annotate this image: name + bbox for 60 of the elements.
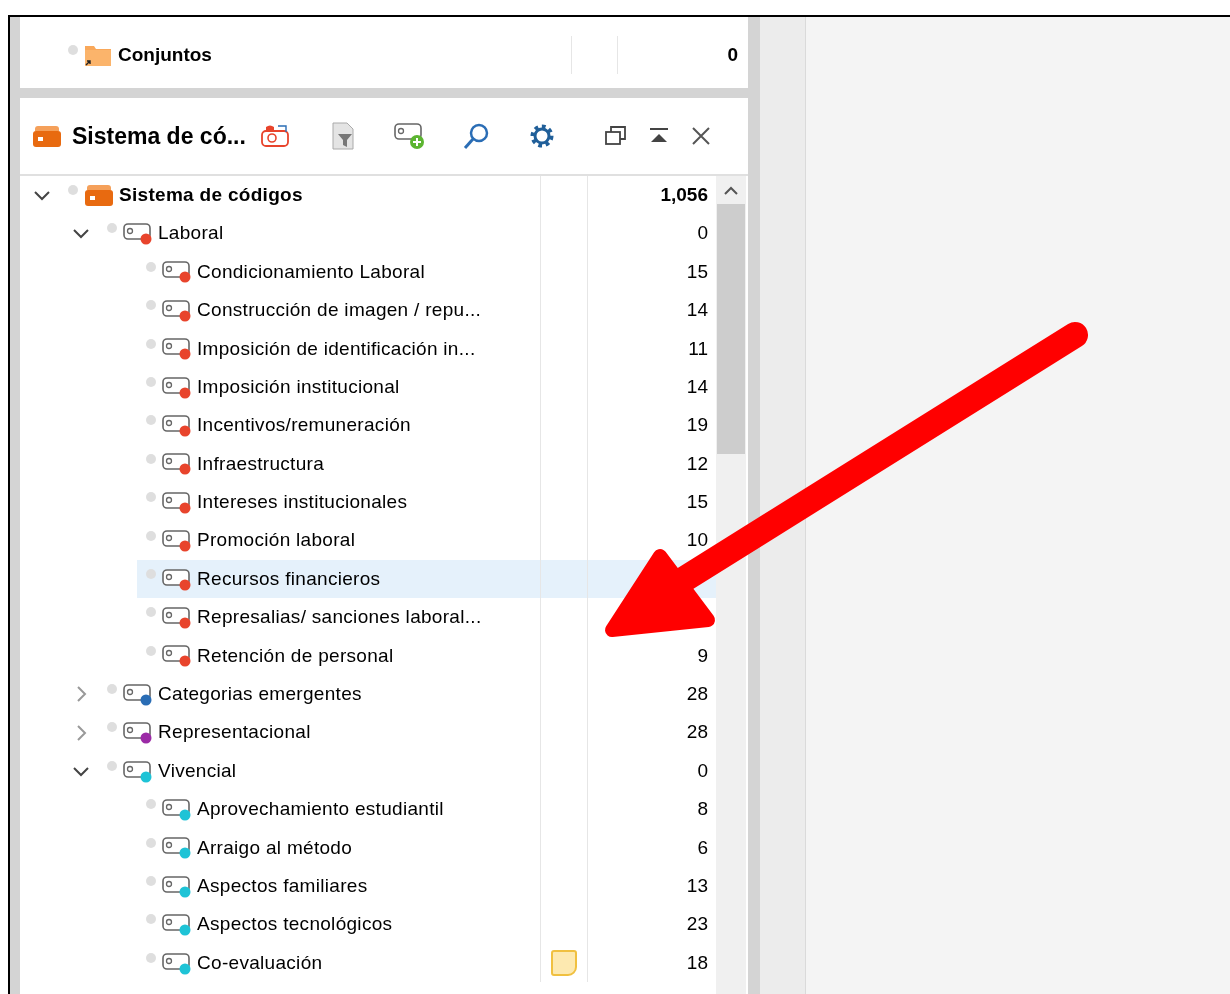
code-label: Intereses institucionales — [197, 490, 408, 515]
code-label: Condicionamiento Laboral — [197, 259, 425, 284]
code-label: Recursos financieros — [197, 566, 381, 591]
code-label: Imposición institucional — [197, 374, 400, 399]
panel-title: Sistema de có... — [72, 121, 246, 151]
collapse-chevron-icon[interactable] — [74, 724, 88, 741]
count-text: 0 — [727, 42, 738, 67]
code-label: Aspectos tecnológicos — [197, 912, 393, 937]
count-text: 0 — [697, 221, 708, 246]
collapse-chevron-icon[interactable] — [74, 686, 88, 703]
code-system-icon — [84, 183, 114, 207]
count-text: 10 — [686, 528, 708, 553]
code-label: Retención de personal — [197, 643, 394, 668]
restore-window-icon[interactable] — [603, 125, 628, 147]
folder-icon — [84, 43, 112, 67]
expand-chevron-icon[interactable] — [73, 764, 89, 778]
count-text: 1,056 — [660, 182, 708, 207]
code-system-icon — [32, 124, 62, 148]
collapse-panel-icon[interactable] — [647, 127, 670, 145]
code-label: Construcción de imagen / repu... — [197, 298, 482, 323]
scrollbar[interactable] — [716, 176, 746, 994]
count-text: 23 — [686, 912, 708, 937]
count-text: 19 — [686, 413, 708, 438]
expand-chevron-icon[interactable] — [34, 188, 50, 202]
code-label: Categorias emergentes — [158, 682, 362, 706]
code-label: Arraigo al método — [197, 835, 353, 860]
count-text: 18 — [686, 950, 708, 975]
code-label: Represalias/ sanciones laboral... — [197, 605, 482, 630]
code-label: Incentivos/remuneración — [197, 413, 411, 438]
count-text: 15 — [686, 490, 708, 515]
filter-icon[interactable] — [329, 122, 356, 150]
code-label: Representacional — [158, 720, 311, 745]
count-text: 6 — [697, 835, 708, 860]
count-text: 8 — [697, 797, 708, 822]
code-label: Aspectos familiares — [197, 873, 368, 898]
code-label: Vivencial — [158, 758, 237, 783]
count-text: 12 — [686, 451, 708, 476]
count-text: 28 — [686, 682, 708, 706]
expand-chevron-icon[interactable] — [73, 227, 89, 241]
close-icon[interactable] — [689, 125, 712, 147]
count-text: 0 — [697, 758, 708, 783]
new-code-icon[interactable] — [393, 122, 424, 150]
count-text: 15 — [686, 259, 708, 284]
count-text: 28 — [686, 720, 708, 745]
set-label: Conjuntos — [118, 42, 212, 67]
count-text: 14 — [686, 298, 708, 323]
scroll-up-icon[interactable] — [724, 186, 738, 196]
count-text: 9 — [697, 643, 708, 668]
count-text: 11 — [688, 336, 708, 361]
code-label: Aprovechamiento estudiantil — [197, 797, 444, 822]
search-icon[interactable] — [461, 122, 490, 150]
count-text: 14 — [686, 374, 708, 399]
scroll-thumb[interactable] — [717, 204, 745, 454]
code-label: Sistema de códigos — [119, 182, 303, 207]
count-text: 13 — [686, 873, 708, 898]
code-label: Infraestructura — [197, 451, 324, 476]
code-label: Co-evaluación — [197, 950, 323, 975]
code-label: Imposición de identificación in... — [197, 336, 476, 361]
code-label: Promoción laboral — [197, 528, 356, 553]
code-label: Laboral — [158, 221, 224, 246]
